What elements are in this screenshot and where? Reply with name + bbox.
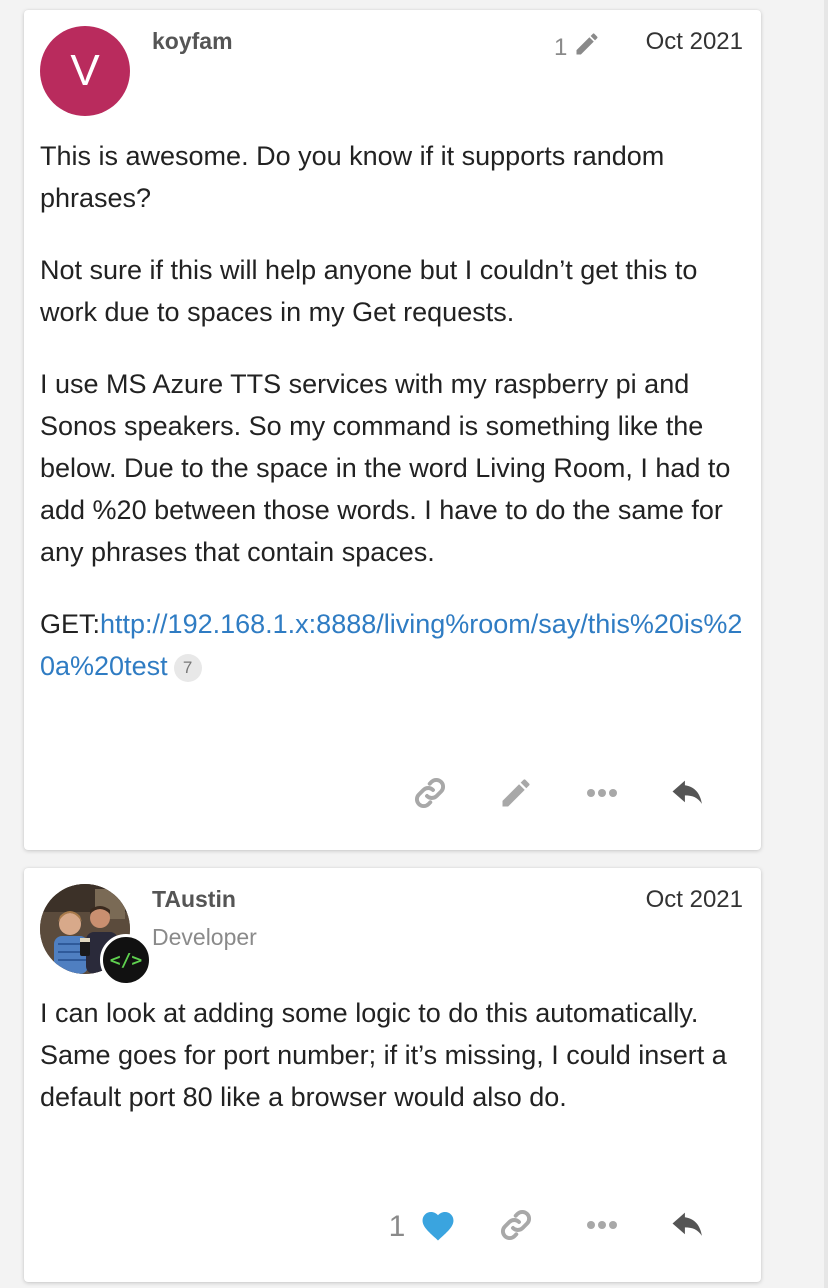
more-actions-button[interactable] [559, 1202, 645, 1252]
post-paragraph: I use MS Azure TTS services with my rasp… [40, 369, 731, 567]
heart-icon [419, 1208, 457, 1247]
link-click-count: 7 [173, 653, 202, 682]
link-icon [498, 1207, 534, 1248]
link-prefix: GET: [40, 609, 101, 639]
post-paragraph: I can look at adding some logic to do th… [40, 998, 727, 1112]
post-link[interactable]: http://192.168.1.x:8888/living%room/say/… [40, 609, 742, 681]
like-count: 1 [388, 1210, 406, 1243]
developer-badge-icon: </> [100, 934, 152, 986]
edit-button[interactable] [473, 770, 559, 820]
post-card-koyfam: V koyfam 1 Oct 2021 This is awesome. Do … [24, 10, 761, 850]
post-paragraph: Not sure if this will help anyone but I … [40, 255, 698, 327]
link-icon [412, 775, 448, 816]
pencil-icon [498, 775, 534, 816]
post-username[interactable]: koyfam [152, 28, 233, 55]
post-date[interactable]: Oct 2021 [646, 28, 743, 56]
share-link-button[interactable] [473, 1202, 559, 1252]
post-username[interactable]: TAustin [152, 886, 236, 913]
reply-icon [669, 1208, 707, 1247]
post-body: I can look at adding some logic to do th… [40, 992, 743, 1148]
more-actions-button[interactable] [559, 770, 645, 820]
post-actions: 1 [373, 1202, 731, 1252]
post-paragraph: This is awesome. Do you know if it suppo… [40, 141, 665, 213]
edit-count: 1 [554, 33, 568, 61]
page-edge [824, 0, 828, 1288]
avatar[interactable]: V [40, 26, 130, 116]
reply-icon [669, 776, 707, 815]
pencil-icon [573, 30, 601, 65]
reply-button[interactable] [645, 1202, 731, 1252]
more-icon [584, 786, 620, 804]
user-title: Developer [152, 924, 257, 950]
post-actions [387, 770, 731, 820]
like-button[interactable]: 1 [373, 1208, 473, 1247]
edit-history-button[interactable]: 1 [554, 30, 601, 65]
get-request-line: GET:http://192.168.1.x:8888/living%room/… [40, 603, 743, 687]
more-icon [584, 1218, 620, 1236]
post-body: This is awesome. Do you know if it suppo… [40, 135, 743, 717]
share-link-button[interactable] [387, 770, 473, 820]
reply-button[interactable] [645, 770, 731, 820]
post-date[interactable]: Oct 2021 [646, 886, 743, 914]
post-card-taustin: </> TAustin Developer Oct 2021 I can loo… [24, 868, 761, 1282]
